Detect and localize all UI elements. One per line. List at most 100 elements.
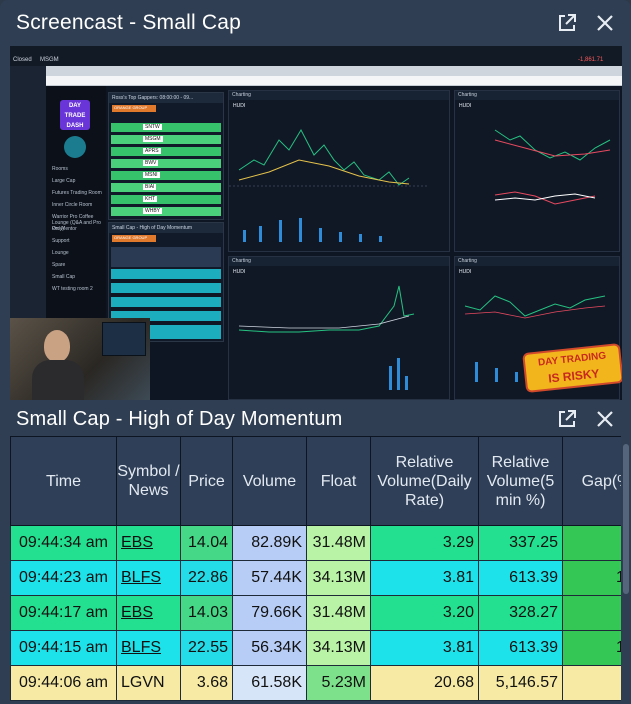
- symbol-news-link[interactable]: EBS: [121, 604, 153, 621]
- symbol-news-link[interactable]: BLFS: [121, 639, 161, 656]
- col-price-header[interactable]: Price: [180, 436, 233, 526]
- cell-float: 31.48M: [306, 595, 371, 631]
- gapper-row[interactable]: MSGM: [111, 135, 221, 144]
- hod-close-button[interactable]: [593, 407, 617, 431]
- cell-float: 34.13M: [306, 630, 371, 666]
- room-item[interactable]: Small Cap: [52, 274, 104, 280]
- room-item-label: Support: [52, 238, 70, 244]
- chart-bottom-right-header: Charting: [455, 257, 619, 266]
- gapper-row[interactable]: KHT: [111, 195, 221, 204]
- screencast-title: Screencast - Small Cap: [16, 11, 241, 34]
- chart-right-top[interactable]: Charting HUDI: [454, 90, 620, 252]
- hod-titlebar: Small Cap - High of Day Momentum: [0, 400, 631, 436]
- chart-main[interactable]: Charting HUDI: [228, 90, 450, 252]
- symbol-news-link[interactable]: LGVN: [121, 674, 165, 691]
- hod-scrollbar[interactable]: [621, 436, 631, 704]
- gapper-row[interactable]: SNTW: [111, 123, 221, 132]
- cell-float: 31.48M: [306, 525, 371, 561]
- gapper-symbol: BIAI: [143, 184, 157, 190]
- gapper-row[interactable]: WHBY: [111, 207, 221, 216]
- table-row[interactable]: 09:44:34 am EBS 14.04 82.89K 31.48M 3.29 337.2…: [10, 525, 621, 561]
- col-time-header[interactable]: Time: [10, 436, 117, 526]
- cell-symbol: BLFS: [116, 630, 181, 666]
- room-item[interactable]: Lounge: [52, 250, 104, 256]
- webcam-feed: [10, 318, 150, 400]
- room-item-label: Futures Trading Room: [52, 190, 102, 196]
- room-item[interactable]: Pro Mentor: [52, 226, 104, 232]
- rooms-label: Rooms: [52, 166, 68, 172]
- col-volume-header[interactable]: Volume: [232, 436, 307, 526]
- gapper-row[interactable]: APRS: [111, 147, 221, 156]
- cell-rel-vol-daily: 3.29: [370, 525, 479, 561]
- cell-time: 09:44:23 am: [10, 560, 117, 596]
- room-item-label: Small Cap: [52, 274, 76, 280]
- table-row[interactable]: 09:44:06 am LGVN 3.68 61.58K 5.23M 20.68 5,146…: [10, 665, 621, 701]
- chart-main-ticker: HUDI: [233, 103, 246, 109]
- symbol-news-link[interactable]: EBS: [121, 534, 153, 551]
- cell-gap: 4.9: [562, 595, 621, 631]
- cell-rel-vol-5min: 337.25: [478, 525, 563, 561]
- strip-pnl: -1,861.71: [578, 57, 604, 63]
- table-row[interactable]: 09:44:17 am EBS 14.03 79.66K 31.48M 3.20 328.2…: [10, 595, 621, 631]
- col-float-header[interactable]: Float: [306, 436, 371, 526]
- presenter-head: [44, 330, 70, 362]
- col-gap-header[interactable]: Gap(%: [562, 436, 621, 526]
- room-item-label: Large Cap: [52, 178, 76, 184]
- browser-urlbar: [46, 76, 622, 86]
- cell-volume: 56.34K: [232, 630, 307, 666]
- col-symbol-news-header[interactable]: Symbol / News: [116, 436, 181, 526]
- chart-right-top-candles: [494, 129, 611, 205]
- cell-price: 22.86: [180, 560, 233, 596]
- gapper-row[interactable]: BIAI: [111, 183, 221, 192]
- cell-rel-vol-5min: 613.39: [478, 560, 563, 596]
- chart-right-top-header: Charting: [455, 91, 619, 100]
- cell-gap: 11.3: [562, 630, 621, 666]
- col-rel-vol-daily-header[interactable]: Relative Volume(Daily Rate): [370, 436, 479, 526]
- col-rel-vol-5min-header[interactable]: Relative Volume(5 min %): [478, 436, 563, 526]
- gapper-row[interactable]: MSNI: [111, 171, 221, 180]
- room-item[interactable]: Inner Circle Room: [52, 202, 104, 208]
- chart-right-top-ticker: HUDI: [459, 103, 472, 109]
- cell-time: 09:44:15 am: [10, 630, 117, 666]
- cell-price: 14.04: [180, 525, 233, 561]
- gapper-symbol: APRS: [143, 148, 161, 154]
- cell-volume: 82.89K: [232, 525, 307, 561]
- screencast-popout-button[interactable]: [555, 11, 579, 35]
- cell-volume: 57.44K: [232, 560, 307, 596]
- table-row[interactable]: 09:44:23 am BLFS 22.86 57.44K 34.13M 3.81 613.…: [10, 560, 621, 596]
- room-item[interactable]: Support: [52, 238, 104, 244]
- external-link-icon: [559, 410, 576, 427]
- room-item[interactable]: WT testing room 2: [52, 286, 104, 292]
- cell-symbol: EBS: [116, 595, 181, 631]
- cell-price: 22.55: [180, 630, 233, 666]
- cell-gap: 4.9: [562, 525, 621, 561]
- cell-volume: 61.58K: [232, 665, 307, 701]
- cell-rel-vol-daily: 3.20: [370, 595, 479, 631]
- cell-symbol: BLFS: [116, 560, 181, 596]
- screencast-video[interactable]: Closed MSGM -1,861.71 DAY TRADE DASH Roo…: [10, 46, 622, 400]
- room-item[interactable]: Futures Trading Room: [52, 190, 104, 196]
- gapper-symbol: MSGM: [143, 136, 163, 142]
- chart-bottom-left[interactable]: Charting HUDI: [228, 256, 450, 400]
- hod-table-body: 09:44:34 am EBS 14.04 82.89K 31.48M 3.29 337.2…: [10, 525, 621, 701]
- cell-time: 09:44:34 am: [10, 525, 117, 561]
- cell-symbol: LGVN: [116, 665, 181, 701]
- cell-gap: 2.7: [562, 665, 621, 701]
- cell-symbol: EBS: [116, 525, 181, 561]
- strip-ticker: MSGM: [40, 57, 59, 63]
- brand-line-3: DASH: [66, 123, 84, 129]
- gapper-row[interactable]: BWV: [111, 159, 221, 168]
- orange-group-tag-2: ORANGE GROUP: [112, 235, 156, 242]
- cell-volume: 79.66K: [232, 595, 307, 631]
- hod-popout-button[interactable]: [555, 407, 579, 431]
- screencast-titlebar: Screencast - Small Cap: [0, 0, 631, 46]
- table-row[interactable]: 09:44:15 am BLFS 22.55 56.34K 34.13M 3.81 613.…: [10, 630, 621, 666]
- room-item[interactable]: Spare: [52, 262, 104, 268]
- hod-scrollbar-thumb[interactable]: [623, 444, 629, 594]
- symbol-news-link[interactable]: BLFS: [121, 569, 161, 586]
- screencast-close-button[interactable]: [593, 11, 617, 35]
- gapper-symbol: BWV: [143, 160, 159, 166]
- chart-bottom-left-header: Charting: [229, 257, 449, 266]
- browser-tabs: [46, 66, 622, 76]
- room-item[interactable]: Large Cap: [52, 178, 104, 184]
